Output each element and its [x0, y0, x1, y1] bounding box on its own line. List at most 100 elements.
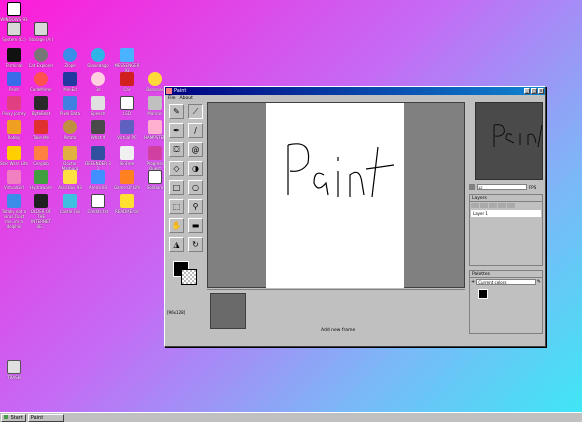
window-titlebar[interactable]: Paint _ □ ×: [165, 87, 545, 95]
palette-select[interactable]: Current colors: [476, 279, 536, 285]
merge-layer-icon[interactable]: [498, 203, 506, 208]
desktop-icon-3d[interactable]: 3d: [84, 72, 112, 92]
layer-row[interactable]: Layer 1: [471, 210, 541, 217]
desktop-icon-paint[interactable]: Paint: [0, 72, 28, 92]
desktop-icon-star-wars[interactable]: Star Wars Lite: [0, 146, 28, 166]
taskbar-paint-button[interactable]: Paint: [27, 413, 64, 422]
desktop-icon-defender[interactable]: DEFENDER 3 1: [84, 146, 112, 171]
add-layer-icon[interactable]: [471, 203, 479, 208]
desktop-icon-label: TRASH: [7, 375, 21, 380]
desktop-icon-pixxy[interactable]: Pixxy Jorrey: [0, 96, 28, 116]
desktop-icon-cat-explorer[interactable]: Cat Explorer: [27, 48, 55, 68]
frame-thumbnail[interactable]: [210, 293, 246, 329]
desktop-icon-arena[interactable]: Arena 93: [84, 170, 112, 190]
desktop-icon-virtualgirl[interactable]: VirtualGirl: [0, 170, 28, 190]
desktop-icon-dolphin[interactable]: Totally not a virus.Trust me..im a dolph…: [0, 194, 28, 229]
brush-tool[interactable]: ⟋: [188, 104, 203, 119]
desktop-icon-pixel-data[interactable]: Pixel Data: [56, 96, 84, 116]
desktop-icon-messenger[interactable]: MESSENGER 93: [113, 48, 141, 73]
desktop-icon-hydraware[interactable]: Hydraware: [27, 170, 55, 190]
close-button[interactable]: ×: [538, 88, 544, 94]
desktop-icon-glaxedago[interactable]: Glaxedago: [84, 48, 112, 68]
blend-tool[interactable]: ◑: [188, 161, 203, 176]
line-tool[interactable]: ∕: [188, 123, 203, 138]
zoom-input[interactable]: [477, 184, 527, 190]
picker-tool[interactable]: ⚲: [188, 199, 203, 214]
delete-layer-icon[interactable]: [507, 203, 515, 208]
pen-tool[interactable]: ✒: [169, 123, 184, 138]
add-frame-button[interactable]: Add new frame: [321, 328, 355, 333]
drawing-canvas[interactable]: [266, 103, 404, 288]
desktop-icon-system-c[interactable]: System (C:): [0, 22, 28, 42]
desktop-icon-zlope[interactable]: Zlope: [56, 48, 84, 68]
what-if-icon: [91, 120, 105, 134]
desktop-icon-readme[interactable]: README.txt: [113, 194, 141, 214]
add-palette-icon[interactable]: +: [471, 279, 475, 285]
hand-tool[interactable]: ✋: [169, 218, 184, 233]
start-button[interactable]: Start: [1, 413, 26, 422]
desktop-icon-older-internet[interactable]: OLDER OF THE INTERNET SE...: [27, 194, 55, 229]
codemirror-icon: [34, 72, 48, 86]
eraser-tool[interactable]: ◇: [169, 161, 184, 176]
desktop-icon-windows93[interactable]: WINDOWS 93: [0, 2, 28, 22]
desktop-icon-take-me[interactable]: Take Me: [27, 120, 55, 140]
minimize-button[interactable]: _: [524, 88, 530, 94]
desktop-icon-robby[interactable]: Robby: [0, 120, 28, 140]
secondary-color-swatch[interactable]: [181, 269, 197, 285]
pencil-tool[interactable]: ✎: [169, 104, 184, 119]
desktop-icon-label: Speech: [90, 111, 106, 116]
camera-icon[interactable]: [469, 184, 475, 190]
desktop-icon-terminal[interactable]: Terminal: [0, 48, 28, 68]
text-file-icon: [91, 194, 105, 208]
desktop-icon-potato[interactable]: Potato: [56, 120, 84, 140]
up-layer-icon[interactable]: [480, 203, 488, 208]
desktop-icon-bytebeat[interactable]: ByteBeat: [27, 96, 55, 116]
desktop-icon-doctor-marburg[interactable]: Doctor Marburg: [56, 146, 84, 171]
desktop-icon-storage-a[interactable]: Storage (A:): [27, 22, 55, 42]
floppy-icon: [34, 22, 48, 36]
desktop-icon-label: SkiFree: [119, 161, 135, 166]
doctor-marburg-icon: [63, 146, 77, 160]
cat-icon: [34, 48, 48, 62]
palette-color-black[interactable]: [478, 289, 488, 299]
desktop-icon-speech[interactable]: Speech: [84, 96, 112, 116]
spiral-tool[interactable]: @: [188, 142, 203, 157]
desktop-icon-label: README.txt: [115, 209, 139, 214]
desktop-icon-cerglob[interactable]: Cerglob: [27, 146, 55, 166]
cursor-coords: [96x128]: [167, 310, 186, 315]
desktop-icon-label: Virtual PC: [117, 135, 137, 140]
desktop-icon-trash[interactable]: TRASH: [0, 360, 28, 380]
preview-drawing: [493, 124, 543, 148]
desktop-icon-codemirror[interactable]: CodeMirror: [27, 72, 55, 92]
select-tool[interactable]: ⬚: [169, 199, 184, 214]
glaxedago-icon: [91, 48, 105, 62]
layers-toolbar: [470, 202, 542, 209]
3d-icon: [91, 72, 105, 86]
menu-file[interactable]: File: [168, 95, 176, 102]
menu-about[interactable]: About: [180, 95, 193, 102]
desktop-icon-label: Hydraware: [30, 185, 52, 190]
desktop-icon-lsd[interactable]: LSD: [113, 96, 141, 116]
desktop-icon-castle-fox[interactable]: Castle Fox: [56, 194, 84, 214]
desktop-icon-label: Robby: [7, 135, 21, 140]
maximize-button[interactable]: □: [531, 88, 537, 94]
ellipse-tool[interactable]: ○: [188, 180, 203, 195]
flip-tool[interactable]: ◮: [169, 237, 184, 252]
edit-palette-icon[interactable]: ✎: [537, 279, 541, 285]
desktop-icon-game-of-life[interactable]: Game Of Life: [113, 170, 141, 190]
desktop-icon-what-if[interactable]: What If: [84, 120, 112, 140]
skifree-icon: [120, 146, 134, 160]
desktop-icon-car[interactable]: Car: [113, 72, 141, 92]
fill-tool[interactable]: ⛋: [169, 142, 184, 157]
desktop-icon-acid-box[interactable]: Acid Box 93: [56, 170, 84, 190]
desktop-icon-minied[interactable]: MiniEd: [56, 72, 84, 92]
desktop-icon-credits[interactable]: Credits.txt: [84, 194, 112, 214]
down-layer-icon[interactable]: [489, 203, 497, 208]
right-panel: FPS Layers Layer 1 Palettes + Current co…: [467, 102, 545, 346]
rotate-tool[interactable]: ↻: [188, 237, 203, 252]
desktop-icon-skifree[interactable]: SkiFree: [113, 146, 141, 166]
desktop-icon-virtual-pc[interactable]: Virtual PC: [113, 120, 141, 140]
desktop-icon-label: Cat Explorer: [28, 63, 54, 68]
rectangle-tool[interactable]: □: [169, 180, 184, 195]
stamp-tool[interactable]: ▬: [188, 218, 203, 233]
